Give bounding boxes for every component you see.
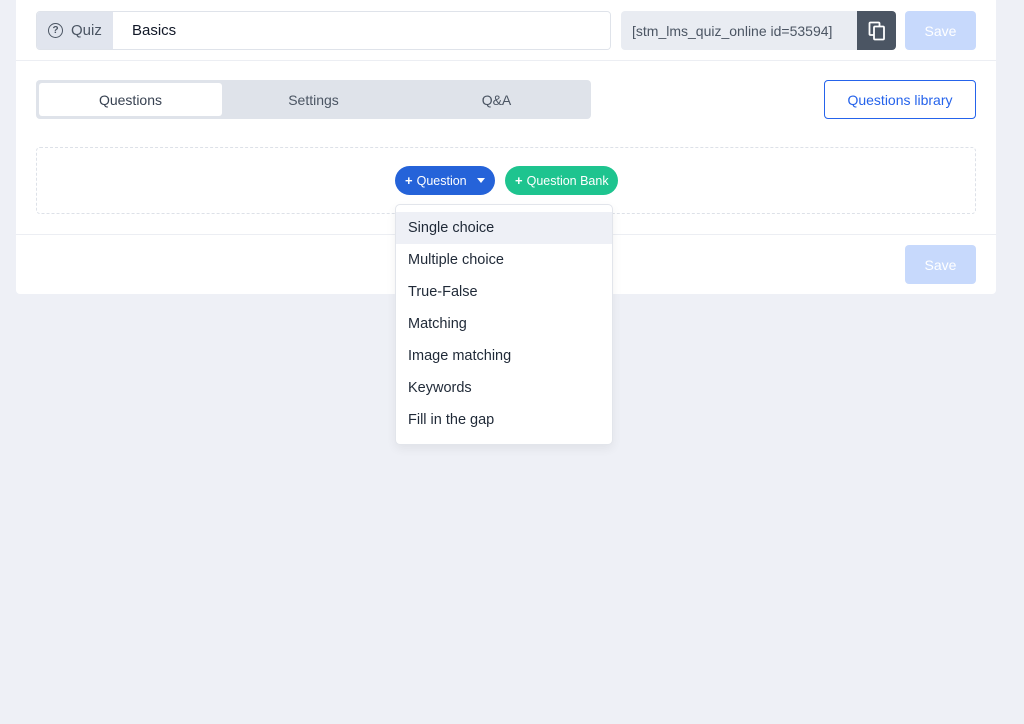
plus-icon: + bbox=[515, 173, 523, 188]
quiz-prefix-label: Quiz bbox=[71, 22, 102, 39]
menu-item-single-choice[interactable]: Single choice bbox=[396, 212, 612, 244]
add-question-button[interactable]: + Question bbox=[395, 166, 495, 195]
menu-item-image-matching[interactable]: Image matching bbox=[396, 340, 612, 372]
menu-item-multiple-choice[interactable]: Multiple choice bbox=[396, 244, 612, 276]
plus-icon: + bbox=[405, 173, 413, 188]
menu-item-true-false[interactable]: True-False bbox=[396, 276, 612, 308]
quiz-shortcode: [stm_lms_quiz_online id=53594] bbox=[621, 11, 857, 50]
questions-library-button[interactable]: Questions library bbox=[824, 80, 976, 119]
caret-down-icon bbox=[476, 178, 485, 183]
menu-item-keywords[interactable]: Keywords bbox=[396, 372, 612, 404]
copy-shortcode-button[interactable] bbox=[857, 11, 896, 50]
quiz-header-bar: ? Quiz [stm_lms_quiz_online id=53594] Sa… bbox=[16, 0, 996, 61]
copy-icon bbox=[868, 21, 885, 40]
menu-item-matching[interactable]: Matching bbox=[396, 308, 612, 340]
question-type-menu: Single choice Multiple choice True-False… bbox=[395, 204, 613, 445]
add-question-label: Question bbox=[416, 173, 467, 188]
menu-item-fill-in-the-gap[interactable]: Fill in the gap bbox=[396, 404, 612, 436]
tab-qa[interactable]: Q&A bbox=[405, 83, 588, 116]
quiz-title-field: ? Quiz bbox=[36, 11, 611, 50]
quiz-tabs: Questions Settings Q&A bbox=[36, 80, 591, 119]
tab-settings[interactable]: Settings bbox=[222, 83, 405, 116]
tab-questions[interactable]: Questions bbox=[39, 83, 222, 116]
save-button-top[interactable]: Save bbox=[905, 11, 976, 50]
quiz-title-input[interactable] bbox=[113, 12, 610, 49]
add-question-bank-button[interactable]: + Question Bank bbox=[505, 166, 618, 195]
quiz-prefix: ? Quiz bbox=[37, 12, 113, 49]
save-button-bottom[interactable]: Save bbox=[905, 245, 976, 284]
question-circle-icon: ? bbox=[48, 23, 63, 38]
add-question-bank-label: Question Bank bbox=[526, 173, 609, 188]
